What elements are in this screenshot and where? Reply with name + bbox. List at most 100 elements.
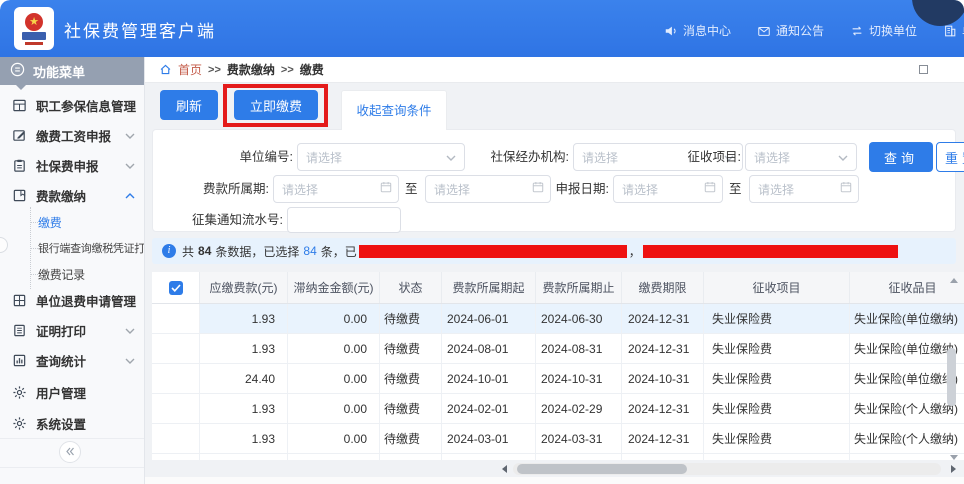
- project-select[interactable]: 请选择: [745, 143, 857, 171]
- table-icon: [12, 98, 27, 113]
- row-checkbox-cell[interactable]: [152, 394, 200, 423]
- message-center-button[interactable]: 消息中心: [664, 22, 731, 39]
- sidebar-subitem-pay[interactable]: 缴费: [0, 209, 145, 235]
- refresh-button[interactable]: 刷新: [160, 90, 218, 120]
- search-button[interactable]: 查询: [869, 142, 933, 172]
- calendar-icon: [840, 180, 852, 198]
- sidebar-item-refund-apply[interactable]: 单位退费申请管理: [0, 285, 145, 315]
- emblem-caption: [25, 42, 43, 45]
- declare-start-date[interactable]: 请选择: [613, 175, 723, 203]
- notice-button[interactable]: 通知公告: [757, 22, 824, 39]
- row-checkbox-cell[interactable]: [152, 424, 200, 453]
- breadcrumb-item[interactable]: 费款缴纳: [227, 61, 275, 78]
- chevron-up-icon: [125, 186, 135, 204]
- sidebar: 功能菜单 职工参保信息管理 缴费工资申报 社保费申报 费款缴纳 缴费: [0, 57, 145, 484]
- table-cell: 1.93: [200, 334, 288, 363]
- sidebar-item-fee-payment[interactable]: 费款缴纳: [0, 180, 145, 210]
- scroll-up-icon[interactable]: [950, 278, 958, 283]
- column-header[interactable]: 状态: [380, 272, 442, 303]
- gear-icon: [12, 385, 27, 400]
- table-cell: 失业保险费: [704, 424, 850, 453]
- vertical-scrollbar-thumb[interactable]: [947, 348, 956, 406]
- table-cell: 2024-06-30: [536, 304, 622, 333]
- sidebar-item-user-manage[interactable]: 用户管理: [0, 377, 145, 407]
- scroll-down-icon[interactable]: [950, 455, 958, 460]
- national-emblem-logo: ★: [14, 7, 54, 50]
- row-checkbox-cell[interactable]: [152, 304, 200, 333]
- breadcrumb: 首页 >> 费款缴纳 >> 缴费: [145, 57, 964, 83]
- declare-end-date[interactable]: 请选择: [749, 175, 859, 203]
- row-checkbox-cell[interactable]: [152, 334, 200, 363]
- selected-count: 84: [303, 244, 316, 258]
- main-content: 首页 >> 费款缴纳 >> 缴费 刷新 立即缴费 收起查询条件 单位编号: 请选…: [145, 57, 964, 484]
- sidebar-item-wage-declare[interactable]: 缴费工资申报: [0, 120, 145, 150]
- table-row[interactable]: 1.93 0.00 待缴费 2024-06-01 2024-06-30 2024…: [152, 304, 964, 334]
- sidebar-item-query-statistics[interactable]: 查询统计: [0, 345, 145, 375]
- breadcrumb-home[interactable]: 首页: [178, 61, 202, 78]
- to-label: 至: [729, 175, 742, 203]
- sidebar-subitem-pay-record[interactable]: 缴费记录: [0, 261, 145, 287]
- sidebar-subitem-bank-receipt-print[interactable]: 银行端查询缴税凭证打印: [0, 235, 145, 261]
- document-icon: [12, 323, 27, 338]
- bar-chart-icon: [12, 353, 27, 368]
- row-checkbox-cell[interactable]: [152, 364, 200, 393]
- table-row[interactable]: 1.93 0.00 待缴费 2024-03-01 2024-03-31 2024…: [152, 424, 964, 454]
- toggle-query-tab[interactable]: 收起查询条件: [341, 90, 447, 130]
- scroll-right-icon[interactable]: [951, 465, 956, 473]
- period-label: 费款所属期:: [179, 175, 269, 203]
- column-header[interactable]: 缴费期限: [622, 272, 704, 303]
- breadcrumb-separator: >>: [281, 64, 294, 76]
- gear-icon: [12, 416, 27, 431]
- pay-now-button[interactable]: 立即缴费: [234, 90, 318, 120]
- sidebar-item-employee-insurance-info[interactable]: 职工参保信息管理: [0, 90, 145, 120]
- switch-unit-button[interactable]: 切换单位: [850, 22, 917, 39]
- scroll-left-icon[interactable]: [502, 465, 507, 473]
- column-header[interactable]: 费款所属期起: [442, 272, 536, 303]
- table-cell: 失业保险(个人缴纳): [850, 424, 964, 453]
- sidebar-item-fee-declare[interactable]: 社保费申报: [0, 150, 145, 180]
- unit-no-select[interactable]: 请选择: [297, 143, 465, 171]
- table-cell: 失业保险费: [704, 304, 850, 333]
- table-cell: 2024-02-29: [536, 394, 622, 423]
- table-row[interactable]: 24.40 0.00 待缴费 2024-10-01 2024-10-31 202…: [152, 364, 964, 394]
- table-row[interactable]: 1.93 0.00 待缴费 2024-08-01 2024-08-31 2024…: [152, 334, 964, 364]
- reset-button[interactable]: 重置: [936, 142, 964, 172]
- breadcrumb-item[interactable]: 缴费: [300, 61, 324, 78]
- select-all-checkbox[interactable]: [169, 281, 183, 295]
- results-table: 应缴费款(元) 滞纳金金额(元) 状态 费款所属期起 费款所属期止 缴费期限 征…: [152, 272, 964, 460]
- calendar-icon: [380, 180, 392, 198]
- query-panel: 单位编号: 请选择 社保经办机构: 请选择 征收项目: 请选择 查询 重置 费款…: [152, 129, 956, 232]
- breadcrumb-separator: >>: [208, 64, 221, 76]
- period-start-date[interactable]: 请选择: [273, 175, 399, 203]
- table-row[interactable]: 1.93 0.00 待缴费 2024-02-01 2024-02-29 2024…: [152, 394, 964, 424]
- column-header[interactable]: 征收项目: [704, 272, 850, 303]
- declare-date-label: 申报日期:: [549, 175, 609, 203]
- window-restore-icon[interactable]: [919, 65, 928, 74]
- horizontal-scrollbar-thumb[interactable]: [517, 464, 687, 474]
- column-header[interactable]: 应缴费款(元): [200, 272, 288, 303]
- status-cell: 待缴费: [380, 364, 442, 393]
- sidebar-title: 功能菜单: [0, 57, 145, 85]
- table-cell: 0.00: [288, 394, 380, 423]
- table-cell: 2024-08-01: [442, 334, 536, 363]
- table-cell: 2024-12-31: [622, 334, 704, 363]
- column-header[interactable]: 费款所属期止: [536, 272, 622, 303]
- table-cell: 0.00: [288, 424, 380, 453]
- period-end-date[interactable]: 请选择: [425, 175, 551, 203]
- table-row-partial: [152, 454, 964, 460]
- sidebar-item-system-settings[interactable]: 系统设置: [0, 408, 145, 438]
- status-cell: 待缴费: [380, 304, 442, 333]
- column-header[interactable]: 滞纳金金额(元): [288, 272, 380, 303]
- chevron-down-icon: [446, 148, 456, 166]
- sidebar-collapse-button[interactable]: [59, 441, 81, 463]
- column-header[interactable]: 征收品目: [850, 272, 964, 303]
- table-cell: [288, 454, 380, 460]
- table-cell: [622, 454, 704, 460]
- sidebar-item-certificate-print[interactable]: 证明打印: [0, 315, 145, 345]
- emblem-base-icon: [22, 32, 46, 40]
- table-cell: 0.00: [288, 334, 380, 363]
- chevron-down-icon: [125, 126, 135, 144]
- swap-icon: [850, 24, 864, 38]
- serial-input[interactable]: [287, 207, 401, 233]
- table-header-row: 应缴费款(元) 滞纳金金额(元) 状态 费款所属期起 费款所属期止 缴费期限 征…: [152, 272, 964, 304]
